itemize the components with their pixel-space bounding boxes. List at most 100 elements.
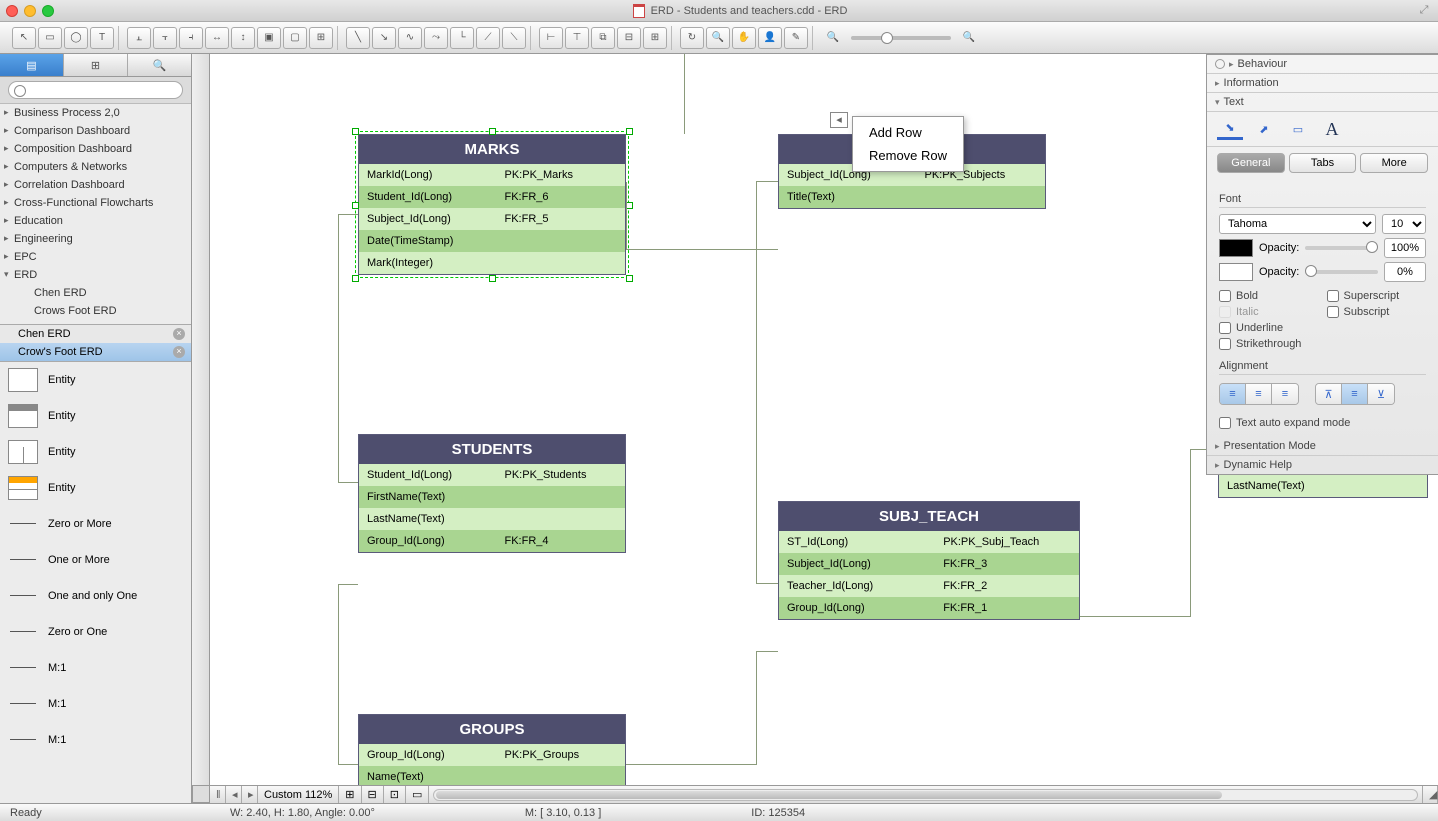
snap-page-icon[interactable]: ▭ <box>406 786 429 803</box>
entity-subj_teach[interactable]: SUBJ_TEACHST_Id(Long)PK:PK_Subj_TeachSub… <box>778 501 1080 620</box>
palette-item[interactable]: One or More <box>0 542 191 578</box>
entity-row[interactable]: Group_Id(Long)FK:FR_4 <box>359 530 625 552</box>
palette-item[interactable]: Entity <box>0 362 191 398</box>
chk-superscript[interactable]: Superscript <box>1327 290 1427 302</box>
distribute-h-icon[interactable]: ↔ <box>205 27 229 49</box>
tab-more[interactable]: More <box>1360 153 1428 173</box>
align-middle-icon[interactable]: ≡ <box>1342 384 1368 404</box>
palette-item[interactable]: M:1 <box>0 650 191 686</box>
palette-item[interactable]: Zero or One <box>0 614 191 650</box>
align-top-icon[interactable]: ⊼ <box>1316 384 1342 404</box>
tab-tabs[interactable]: Tabs <box>1289 153 1357 173</box>
stroke-opacity-slider[interactable] <box>1305 270 1378 274</box>
rect-tool-icon[interactable]: ▭ <box>38 27 62 49</box>
tree-item-comparison-dashboard[interactable]: Comparison Dashboard <box>0 122 191 140</box>
entity-row[interactable]: Teacher_Id(Long)FK:FR_2 <box>779 575 1079 597</box>
tree-item-engineering[interactable]: Engineering <box>0 230 191 248</box>
snap-grid-icon[interactable]: ⊞ <box>339 786 361 803</box>
section-behaviour[interactable]: ▸Behaviour <box>1207 55 1438 74</box>
library-tab[interactable]: Chen ERD× <box>0 325 191 343</box>
text-tool-icon[interactable]: T <box>90 27 114 49</box>
stroke-swatch[interactable] <box>1219 263 1253 281</box>
split-icon[interactable]: ⊟ <box>617 27 641 49</box>
ctx-remove-row[interactable]: Remove Row <box>853 144 963 167</box>
entity-groups[interactable]: GROUPSGroup_Id(Long)PK:PK_GroupsName(Tex… <box>358 714 626 785</box>
entity-row[interactable]: ST_Id(Long)PK:PK_Subj_Teach <box>779 531 1079 553</box>
text-outline-icon[interactable]: ⬈ <box>1251 118 1277 140</box>
entity-row[interactable]: Subject_Id(Long)FK:FR_3 <box>779 553 1079 575</box>
close-icon[interactable] <box>6 5 18 17</box>
text-box-icon[interactable]: ▭ <box>1285 118 1311 140</box>
text-fill-icon[interactable]: ⬊ <box>1217 118 1243 140</box>
align-left-icon[interactable]: ≡ <box>1220 384 1246 404</box>
align-bottom-icon[interactable]: ⊻ <box>1368 384 1394 404</box>
align-right-icon[interactable]: ⫞ <box>179 27 203 49</box>
close-icon[interactable]: × <box>173 328 185 340</box>
entity-row[interactable]: MarkId(Long)PK:PK_Marks <box>359 164 625 186</box>
font-style-icon[interactable]: A <box>1319 118 1345 140</box>
entity-row[interactable]: LastName(Text) <box>359 508 625 530</box>
entity-row[interactable]: Title(Text) <box>779 186 1045 208</box>
entity-row[interactable]: Date(TimeStamp) <box>359 230 625 252</box>
line-tool-icon[interactable]: ╲ <box>346 27 370 49</box>
page-first-icon[interactable]: ‖ <box>210 786 226 803</box>
tree-item-composition-dashboard[interactable]: Composition Dashboard <box>0 140 191 158</box>
chain-icon[interactable]: ⧉ <box>591 27 615 49</box>
tree-item-cross-functional-flowcharts[interactable]: Cross-Functional Flowcharts <box>0 194 191 212</box>
zoom-out-icon[interactable]: 🔍 <box>821 27 845 49</box>
chk-italic[interactable]: Italic <box>1219 306 1319 318</box>
fullscreen-icon[interactable]: ⤢ <box>1416 4 1432 17</box>
tree-h-icon[interactable]: ⊢ <box>539 27 563 49</box>
entity-students[interactable]: STUDENTSStudent_Id(Long)PK:PK_StudentsFi… <box>358 434 626 553</box>
ungroup-icon[interactable]: ▢ <box>283 27 307 49</box>
curve-tool-icon[interactable]: ∿ <box>398 27 422 49</box>
tree-item-epc[interactable]: EPC <box>0 248 191 266</box>
entity-row[interactable]: Student_Id(Long)PK:PK_Students <box>359 464 625 486</box>
tab-general[interactable]: General <box>1217 153 1285 173</box>
palette-item[interactable]: Entity <box>0 398 191 434</box>
section-text[interactable]: ▾Text <box>1207 93 1438 112</box>
entity-row[interactable]: Group_Id(Long)PK:PK_Groups <box>359 744 625 766</box>
zoom-icon[interactable] <box>42 5 54 17</box>
font-select[interactable]: Tahoma <box>1219 214 1376 234</box>
fill-swatch[interactable] <box>1219 239 1253 257</box>
h-scrollbar[interactable] <box>433 789 1418 801</box>
grid-tab-icon[interactable]: ⊞ <box>64 54 128 76</box>
minimize-icon[interactable] <box>24 5 36 17</box>
entity-row[interactable]: LastName(Text) <box>1219 475 1427 497</box>
zoom-slider[interactable] <box>851 36 951 40</box>
align-left-icon[interactable]: ⫠ <box>127 27 151 49</box>
align-right-icon[interactable]: ≡ <box>1272 384 1298 404</box>
entity-row[interactable]: Name(Text) <box>359 766 625 785</box>
tree-subitem[interactable]: Chen ERD <box>30 284 191 302</box>
search-tool-icon[interactable]: 🔍 <box>706 27 730 49</box>
page-prev-icon[interactable]: ◂ <box>226 786 242 803</box>
layout-icon[interactable]: ⊞ <box>309 27 333 49</box>
tree-item-business-process-2-0[interactable]: Business Process 2,0 <box>0 104 191 122</box>
stroke-opacity-input[interactable] <box>1384 262 1426 282</box>
eyedropper-icon[interactable]: ✎ <box>784 27 808 49</box>
entity-row[interactable]: Group_Id(Long)FK:FR_1 <box>779 597 1079 619</box>
merge-icon[interactable]: ⊞ <box>643 27 667 49</box>
fill-opacity-slider[interactable] <box>1305 246 1378 250</box>
search-tab-icon[interactable]: 🔍 <box>128 54 191 76</box>
resize-grip-icon[interactable]: ◢ <box>1422 786 1438 803</box>
align-center-icon[interactable]: ⫟ <box>153 27 177 49</box>
tree-item-education[interactable]: Education <box>0 212 191 230</box>
connector-tool-icon[interactable]: ⤳ <box>424 27 448 49</box>
tree-item-correlation-dashboard[interactable]: Correlation Dashboard <box>0 176 191 194</box>
section-dynamic-help[interactable]: ▸Dynamic Help <box>1207 456 1438 474</box>
zoom-display[interactable]: Custom 112% <box>258 786 339 803</box>
ellipse-tool-icon[interactable]: ◯ <box>64 27 88 49</box>
hand-tool-icon[interactable]: ✋ <box>732 27 756 49</box>
font-size-select[interactable]: 10 <box>1382 214 1426 234</box>
chk-strikethrough[interactable]: Strikethrough <box>1219 338 1319 350</box>
entity-row[interactable]: FirstName(Text) <box>359 486 625 508</box>
orthogonal-tool-icon[interactable]: └ <box>450 27 474 49</box>
palette-item[interactable]: M:1 <box>0 686 191 722</box>
chk-bold[interactable]: Bold <box>1219 290 1319 302</box>
entity-row[interactable]: Subject_Id(Long)FK:FR_5 <box>359 208 625 230</box>
palette-item[interactable]: M:1 <box>0 722 191 758</box>
smart-tag-icon[interactable]: ◂ <box>830 112 848 128</box>
pointer-tool-icon[interactable]: ↖ <box>12 27 36 49</box>
